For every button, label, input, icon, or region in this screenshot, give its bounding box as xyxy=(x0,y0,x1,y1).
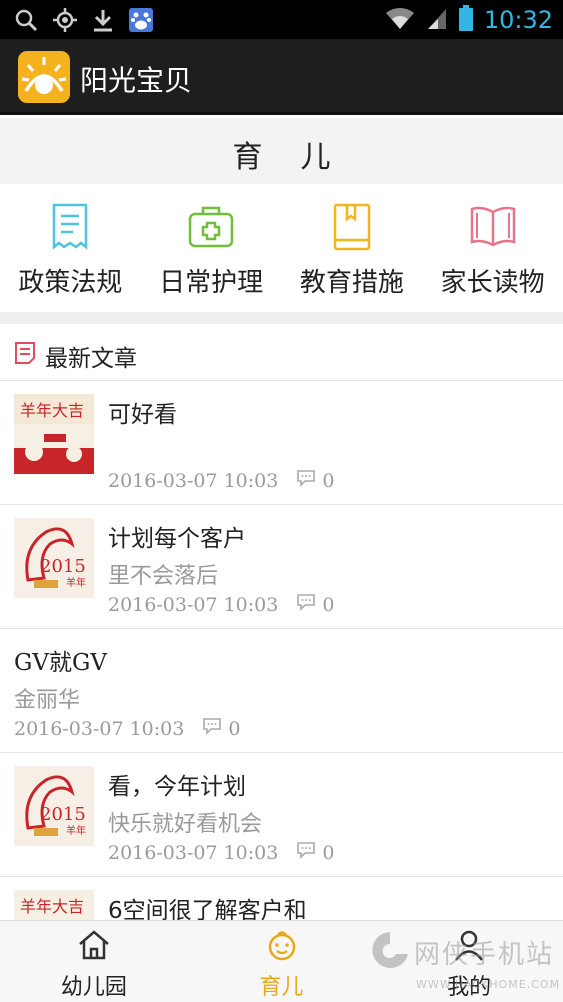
document-icon xyxy=(45,202,95,252)
svg-text:羊年大吉: 羊年大吉 xyxy=(20,897,84,916)
comment-count-value: 0 xyxy=(228,717,241,740)
sun-logo-icon xyxy=(18,51,70,103)
category-policy[interactable]: 政策法规 xyxy=(0,184,141,312)
article-date: 2016-03-07 10:03 xyxy=(108,593,279,616)
download-icon xyxy=(92,8,114,36)
article-date: 2016-03-07 10:03 xyxy=(108,469,279,492)
tab-label: 育儿 xyxy=(259,975,304,1000)
article-subtitle: 金丽华 xyxy=(14,688,81,713)
baidu-icon xyxy=(128,7,154,37)
latest-articles-header: 最新文章 xyxy=(0,324,563,381)
category-education[interactable]: 教育措施 xyxy=(282,184,423,312)
tab-kindergarten[interactable]: 幼儿园 xyxy=(0,921,188,1002)
svg-text:2015: 2015 xyxy=(40,804,86,825)
article-row[interactable]: 羊年大吉 可好看 2016-03-07 10:03 0 xyxy=(0,381,563,505)
svg-text:羊年: 羊年 xyxy=(66,576,86,589)
article-row[interactable]: 2015 羊年 看，今年计划 快乐就好看机会 2016-03-07 10:03 … xyxy=(0,753,563,877)
first-aid-kit-icon xyxy=(186,202,236,252)
category-label: 家长读物 xyxy=(440,268,545,298)
comment-count: 0 xyxy=(296,593,334,616)
app-title: 阳光宝贝 xyxy=(80,64,193,97)
page-title: 育儿 xyxy=(232,140,369,175)
category-label: 政策法规 xyxy=(18,268,123,298)
comment-count-value: 0 xyxy=(322,841,335,864)
category-label: 日常护理 xyxy=(159,268,264,298)
bottom-tab-bar: 幼儿园 育儿 我的 xyxy=(0,920,563,1002)
category-parent-reading[interactable]: 家长读物 xyxy=(422,184,563,312)
article-list-icon xyxy=(14,341,36,369)
battery-icon xyxy=(458,4,474,36)
home-icon xyxy=(77,929,111,965)
article-title: GV就GV xyxy=(14,650,107,676)
article-title: 看，今年计划 xyxy=(108,774,246,800)
comment-icon xyxy=(296,469,316,492)
tab-label: 幼儿园 xyxy=(60,975,127,1000)
wifi-icon xyxy=(384,5,416,35)
article-thumbnail: 2015 羊年 xyxy=(14,518,94,598)
svg-text:2015: 2015 xyxy=(40,556,86,577)
article-thumbnail: 羊年大吉 xyxy=(14,394,94,474)
article-meta: 2016-03-07 10:03 0 xyxy=(108,469,334,492)
baby-face-icon xyxy=(265,929,299,965)
article-date: 2016-03-07 10:03 xyxy=(108,841,279,864)
comment-count: 0 xyxy=(202,717,240,740)
article-title: 可好看 xyxy=(108,402,177,428)
comment-count: 0 xyxy=(296,841,334,864)
comment-icon xyxy=(296,841,316,864)
article-meta: 2016-03-07 10:03 0 xyxy=(108,841,334,864)
article-subtitle: 里不会落后 xyxy=(108,564,219,589)
article-date: 2016-03-07 10:03 xyxy=(14,717,185,740)
article-list: 羊年大吉 可好看 2016-03-07 10:03 0 2015 羊年 计划每个… xyxy=(0,381,563,1001)
category-label: 教育措施 xyxy=(299,268,404,298)
comment-icon xyxy=(202,717,222,740)
open-book-icon xyxy=(468,202,518,252)
status-bar: 10:32 xyxy=(0,0,563,39)
category-grid: 政策法规 日常护理 教育措施 家长读物 xyxy=(0,184,563,312)
signal-icon xyxy=(426,5,448,35)
category-daily-care[interactable]: 日常护理 xyxy=(141,184,282,312)
tab-label: 我的 xyxy=(447,975,492,1000)
gps-icon xyxy=(52,7,78,37)
article-row[interactable]: 2015 羊年 计划每个客户 里不会落后 2016-03-07 10:03 0 xyxy=(0,505,563,629)
article-title: 计划每个客户 xyxy=(108,526,246,552)
clock: 10:32 xyxy=(483,6,553,34)
svg-text:羊年大吉: 羊年大吉 xyxy=(20,401,84,420)
comment-count-value: 0 xyxy=(322,469,335,492)
article-row[interactable]: GV就GV 金丽华 2016-03-07 10:03 0 xyxy=(0,629,563,753)
section-title: 最新文章 xyxy=(45,346,137,372)
article-meta: 2016-03-07 10:03 0 xyxy=(108,593,334,616)
tab-mine[interactable]: 我的 xyxy=(375,921,563,1002)
tab-parenting[interactable]: 育儿 xyxy=(188,921,376,1002)
app-bar: 阳光宝贝 xyxy=(0,39,563,115)
section-divider xyxy=(0,312,563,324)
article-thumbnail: 2015 羊年 xyxy=(14,766,94,846)
comment-icon xyxy=(296,593,316,616)
page-header: 育儿 xyxy=(0,118,563,184)
svg-text:羊年: 羊年 xyxy=(66,824,86,837)
person-icon xyxy=(452,929,486,965)
comment-count-value: 0 xyxy=(322,593,335,616)
search-icon xyxy=(14,8,38,36)
comment-count: 0 xyxy=(296,469,334,492)
article-subtitle: 快乐就好看机会 xyxy=(108,812,263,837)
article-meta: 2016-03-07 10:03 0 xyxy=(14,717,240,740)
book-icon xyxy=(327,202,377,252)
